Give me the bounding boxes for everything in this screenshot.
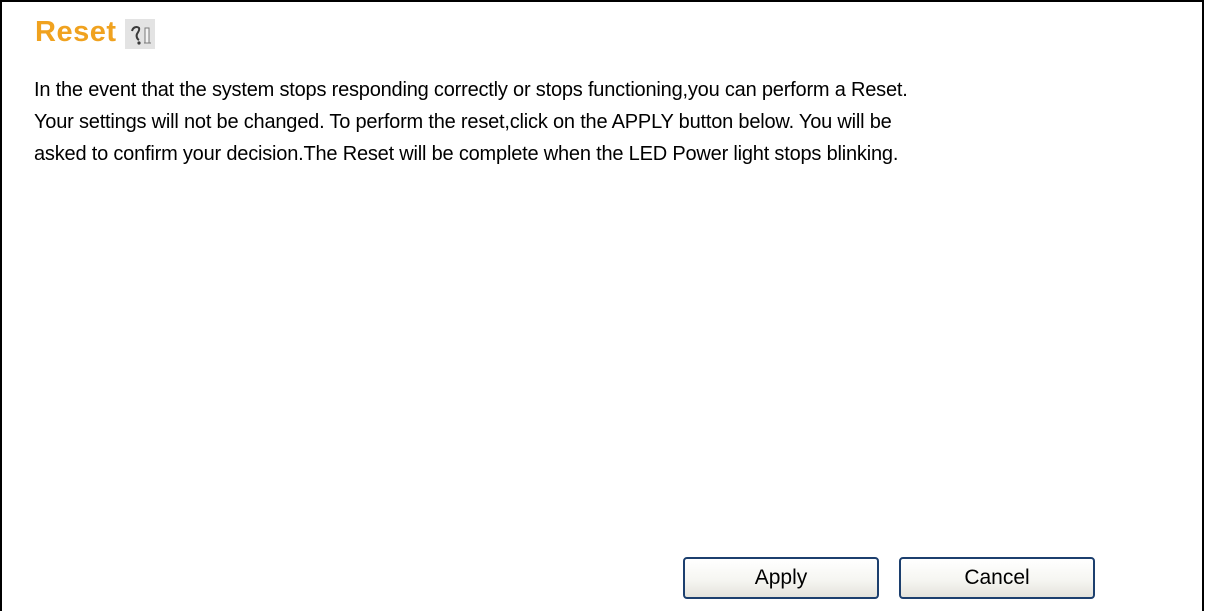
description-line: asked to confirm your decision.The Reset… [34,143,899,165]
description-line: Your settings will not be changed. To pe… [34,111,892,133]
reset-description: In the event that the system stops respo… [34,74,1202,170]
page-title: Reset [35,16,117,48]
apply-button[interactable]: Apply [683,557,879,599]
help-icon[interactable] [124,19,155,49]
description-line: In the event that the system stops respo… [34,79,908,101]
title-row: Reset [35,14,155,50]
content-frame: Reset In the event that the system stops… [0,0,1204,611]
cancel-button[interactable]: Cancel [899,557,1095,599]
